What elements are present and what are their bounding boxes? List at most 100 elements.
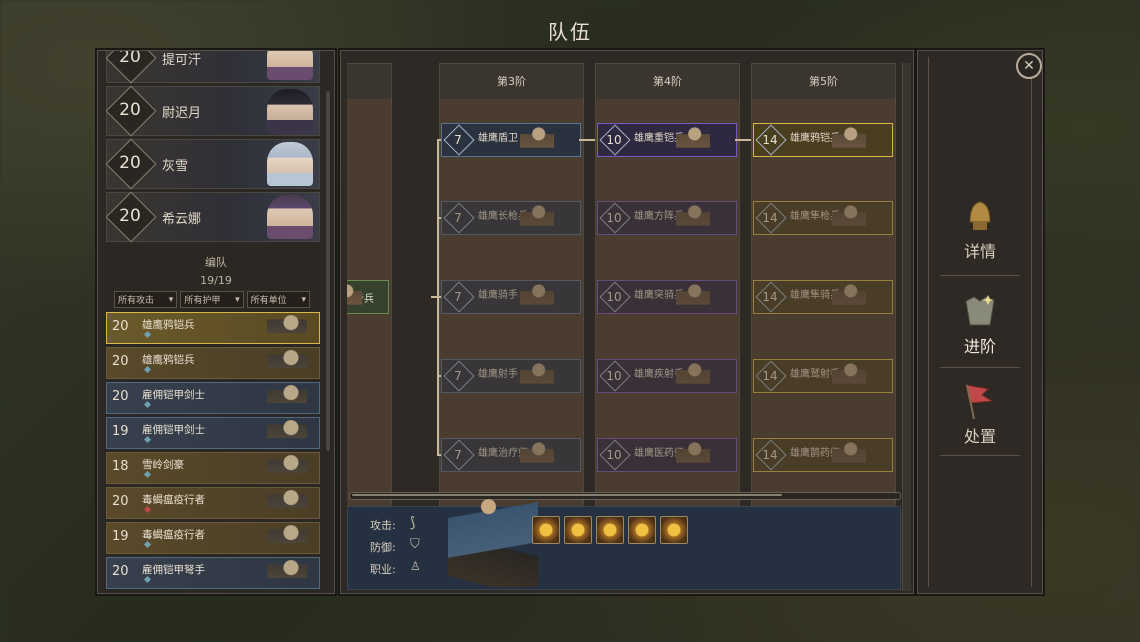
unit-sprite bbox=[267, 554, 307, 588]
hero-portrait bbox=[267, 142, 313, 186]
scrollbar-thumb[interactable] bbox=[352, 494, 782, 496]
tier-column: 第4阶 10 雄鹰重铠兵 10 雄鹰方阵兵 10 雄鹰突骑兵 10 雄鹰疾射手 10 雄鹰医药师 bbox=[595, 63, 740, 541]
unit-sprite bbox=[347, 279, 362, 313]
unit-row[interactable]: 20 雄鹰鸦铠兵 bbox=[106, 344, 320, 379]
roster-scrollbar[interactable] bbox=[326, 91, 330, 451]
skill-icon[interactable] bbox=[564, 516, 592, 544]
chevron-down-icon: ▾ bbox=[301, 294, 306, 305]
upgrade-node[interactable]: 7 雄鹰盾卫 bbox=[441, 122, 581, 157]
unit-sprite bbox=[267, 519, 307, 553]
hero-card[interactable]: 20 尉迟月 bbox=[105, 85, 320, 137]
upgrade-node[interactable]: 10 雄鹰重铠兵 bbox=[597, 122, 737, 157]
upgrade-node[interactable]: 10 雄鹰突骑兵 bbox=[597, 279, 737, 314]
unit-sprite bbox=[832, 279, 866, 313]
unit-sprite bbox=[676, 200, 710, 234]
upgrade-node[interactable]: 7 雄鹰射手 bbox=[441, 358, 581, 393]
upgrade-node[interactable]: 14 雄鹰鹊药师 bbox=[753, 437, 893, 472]
unit-row[interactable]: 20 雇佣铠甲剑士 bbox=[106, 379, 320, 414]
close-button[interactable]: ✕ bbox=[1016, 53, 1042, 79]
upgrade-node[interactable]: 14 雄鹰隼骑兵 bbox=[753, 279, 893, 314]
unit-sprite bbox=[676, 279, 710, 313]
unit-sprite bbox=[267, 379, 307, 413]
tier-header: 第2阶 bbox=[347, 63, 392, 101]
vertical-scrollbar[interactable] bbox=[902, 63, 911, 591]
unit-level: 20 bbox=[112, 494, 129, 509]
filter-armor-dropdown[interactable]: 所有护甲 ▾ bbox=[180, 291, 244, 308]
hero-portrait bbox=[267, 195, 313, 239]
skill-icon[interactable] bbox=[596, 516, 624, 544]
unit-sprite bbox=[267, 449, 307, 483]
node-name: 雄鹰射手 bbox=[478, 369, 518, 380]
upgrade-node[interactable]: 7 雄鹰骑手 bbox=[441, 279, 581, 314]
upgrade-node[interactable]: 10 雄鹰方阵兵 bbox=[597, 200, 737, 235]
unit-row[interactable]: 18 雪岭剑豪 bbox=[106, 449, 320, 484]
unit-row[interactable]: 20 雇佣铠甲弩手 bbox=[106, 554, 320, 589]
flag-icon bbox=[958, 381, 1002, 421]
formation-label: 编队 bbox=[205, 256, 227, 269]
details-button[interactable]: 详情 bbox=[918, 196, 1042, 262]
node-level: 10 bbox=[606, 369, 622, 383]
action-panel: 详情 进阶 处置 bbox=[917, 50, 1043, 594]
upgrade-node[interactable]: 10 雄鹰医药师 bbox=[597, 437, 737, 472]
upgrade-node[interactable]: 14 雄鹰隼枪兵 bbox=[753, 200, 893, 235]
unit-level: 20 bbox=[112, 389, 129, 404]
skill-icon[interactable] bbox=[628, 516, 656, 544]
tier-column: 第3阶 7 雄鹰盾卫 7 雄鹰长枪兵 7 雄鹰骑手 7 雄鹰射手 7 雄鹰治疗师 bbox=[439, 63, 584, 541]
upgrade-node[interactable]: 7 雄鹰长枪兵 bbox=[441, 200, 581, 235]
filter-unit-dropdown[interactable]: 所有单位 ▾ bbox=[246, 291, 310, 308]
skill-icon[interactable] bbox=[660, 516, 688, 544]
tier-column: 第5阶 14 雄鹰鸦铠兵 14 雄鹰隼枪兵 14 雄鹰隼骑兵 14 雄鹰鹫射手 14 雄鹰鹊药师 bbox=[751, 63, 896, 541]
unit-sprite bbox=[832, 200, 866, 234]
dispose-label: 处置 bbox=[963, 427, 996, 446]
unit-name: 雄鹰鸦铠兵 bbox=[142, 354, 195, 366]
hero-card[interactable]: 20 提可汗 bbox=[105, 51, 320, 84]
unit-row[interactable]: 20 雄鹰鸦铠兵 bbox=[106, 309, 320, 344]
tree-connector bbox=[437, 296, 441, 298]
upgrade-node[interactable]: 14 雄鹰鸦铠兵 bbox=[753, 122, 893, 157]
rarity-gem-icon bbox=[143, 365, 152, 374]
tier-body bbox=[347, 99, 392, 541]
class-icon: ♙ bbox=[410, 559, 421, 573]
hero-name: 尉迟月 bbox=[162, 106, 202, 121]
close-icon: ✕ bbox=[1023, 58, 1035, 74]
horizontal-scrollbar[interactable] bbox=[349, 492, 901, 500]
filter-label: 所有单位 bbox=[250, 296, 287, 306]
unit-level: 18 bbox=[112, 459, 129, 474]
upgrade-node[interactable]: 7 雄鹰治疗师 bbox=[441, 437, 581, 472]
defense-label: 防御: bbox=[370, 541, 396, 554]
unit-row[interactable]: 19 雇佣铠甲剑士 bbox=[106, 414, 320, 449]
upgrade-node[interactable]: 14 雄鹰鹫射手 bbox=[753, 358, 893, 393]
attack-label: 攻击: bbox=[370, 519, 396, 532]
unit-info-bar: 攻击: ⟆ 防御: ⛉ 职业: ♙ bbox=[347, 489, 901, 590]
upgrade-tree-panel: 第2阶步兵第3阶7雄鹰盾卫7雄鹰长枪兵7雄鹰骑手7雄鹰射手7雄鹰治疗师第4阶10… bbox=[340, 50, 914, 594]
hero-card[interactable]: 20 灰雪 bbox=[105, 138, 320, 190]
node-level: 10 bbox=[606, 211, 622, 225]
dispose-button[interactable]: 处置 bbox=[918, 381, 1042, 447]
bow-icon: ⟆ bbox=[410, 515, 416, 531]
unit-sprite bbox=[267, 484, 307, 518]
node-level: 14 bbox=[762, 369, 778, 383]
formation-count: 19/19 bbox=[200, 274, 232, 287]
filter-label: 所有护甲 bbox=[184, 296, 221, 306]
upgrade-node[interactable]: 步兵 bbox=[347, 279, 389, 314]
node-level: 14 bbox=[762, 133, 778, 147]
unit-sprite bbox=[267, 309, 307, 343]
advance-button[interactable]: 进阶 bbox=[918, 291, 1042, 357]
hero-card[interactable]: 20 希云娜 bbox=[105, 191, 320, 243]
node-level: 7 bbox=[454, 133, 462, 147]
unit-row[interactable]: 20 毒蝎瘟疫行者 bbox=[106, 484, 320, 519]
filter-attack-dropdown[interactable]: 所有攻击 ▾ bbox=[114, 291, 178, 308]
tree-connector bbox=[437, 217, 441, 219]
hero-portrait bbox=[267, 89, 313, 133]
tier-column: 第2阶步兵 bbox=[347, 63, 392, 541]
tier-body bbox=[595, 99, 740, 541]
unit-sprite bbox=[267, 414, 307, 448]
unit-row[interactable]: 19 毒蝎瘟疫行者 bbox=[106, 519, 320, 554]
filter-label: 所有攻击 bbox=[118, 296, 155, 306]
upgrade-node[interactable]: 10 雄鹰疾射手 bbox=[597, 358, 737, 393]
node-level: 14 bbox=[762, 448, 778, 462]
hero-portrait bbox=[267, 51, 313, 80]
hero-level: 20 bbox=[119, 153, 141, 173]
node-level: 14 bbox=[762, 290, 778, 304]
skill-icon[interactable] bbox=[532, 516, 560, 544]
